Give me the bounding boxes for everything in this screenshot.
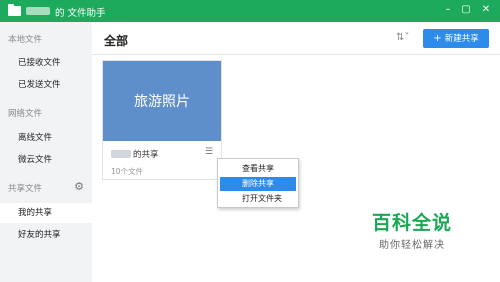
share-name: 的共享 bbox=[133, 150, 159, 160]
section-network-files: 网络文件 bbox=[8, 109, 43, 119]
menu-item-delete-share[interactable]: 删除共享 bbox=[220, 177, 296, 191]
sort-icon[interactable]: ⇅˅ bbox=[396, 32, 409, 43]
folder-icon bbox=[8, 4, 21, 16]
sidebar-item-my-shares[interactable]: 我的共享 bbox=[0, 203, 92, 223]
context-menu: 查看共享 删除共享 打开文件夹 bbox=[217, 158, 299, 208]
menu-icon[interactable]: ☰ bbox=[205, 147, 215, 157]
section-shared-files: 共享文件 bbox=[8, 184, 43, 194]
page-title: 全部 bbox=[104, 34, 129, 48]
sidebar-item-friend-shares[interactable]: 好友的共享 bbox=[0, 225, 92, 245]
blurred-owner-name bbox=[111, 150, 131, 158]
section-local-files: 本地文件 bbox=[8, 35, 43, 45]
close-icon[interactable]: ✕ bbox=[478, 2, 494, 18]
gear-icon[interactable]: ⚙ bbox=[73, 181, 85, 193]
menu-item-open-folder[interactable]: 打开文件夹 bbox=[220, 192, 296, 206]
sidebar: 本地文件 已接收文件 已发送文件 网络文件 离线文件 微云文件 共享文件 ⚙ 我… bbox=[0, 22, 92, 282]
blurred-username bbox=[26, 7, 50, 15]
new-share-button[interactable]: + 新建共享 bbox=[423, 29, 489, 48]
sidebar-item-received[interactable]: 已接收文件 bbox=[0, 53, 92, 73]
watermark: 百科全说 助你轻松解决 bbox=[360, 208, 464, 251]
window-title: 的 文件助手 bbox=[55, 8, 106, 19]
file-count: 10个文件 bbox=[111, 167, 144, 176]
thumbnail-label: 旅游照片 bbox=[134, 94, 190, 110]
watermark-subtitle: 助你轻松解决 bbox=[379, 240, 445, 251]
sidebar-item-weiyun[interactable]: 微云文件 bbox=[0, 150, 92, 170]
minimize-icon[interactable]: – bbox=[440, 2, 456, 18]
title-bar: 的 文件助手 – ▢ ✕ bbox=[0, 0, 500, 22]
share-card[interactable]: 旅游照片 的共享 ☰ 10个文件 bbox=[102, 60, 222, 180]
menu-item-view-share[interactable]: 查看共享 bbox=[220, 162, 296, 176]
new-share-label: 新建共享 bbox=[444, 34, 479, 44]
maximize-icon[interactable]: ▢ bbox=[458, 2, 474, 18]
watermark-title: 百科全说 bbox=[371, 212, 452, 234]
sidebar-item-offline[interactable]: 离线文件 bbox=[0, 128, 92, 148]
sidebar-item-sent[interactable]: 已发送文件 bbox=[0, 75, 92, 95]
plus-icon: + bbox=[433, 33, 442, 44]
header-divider bbox=[92, 54, 500, 55]
